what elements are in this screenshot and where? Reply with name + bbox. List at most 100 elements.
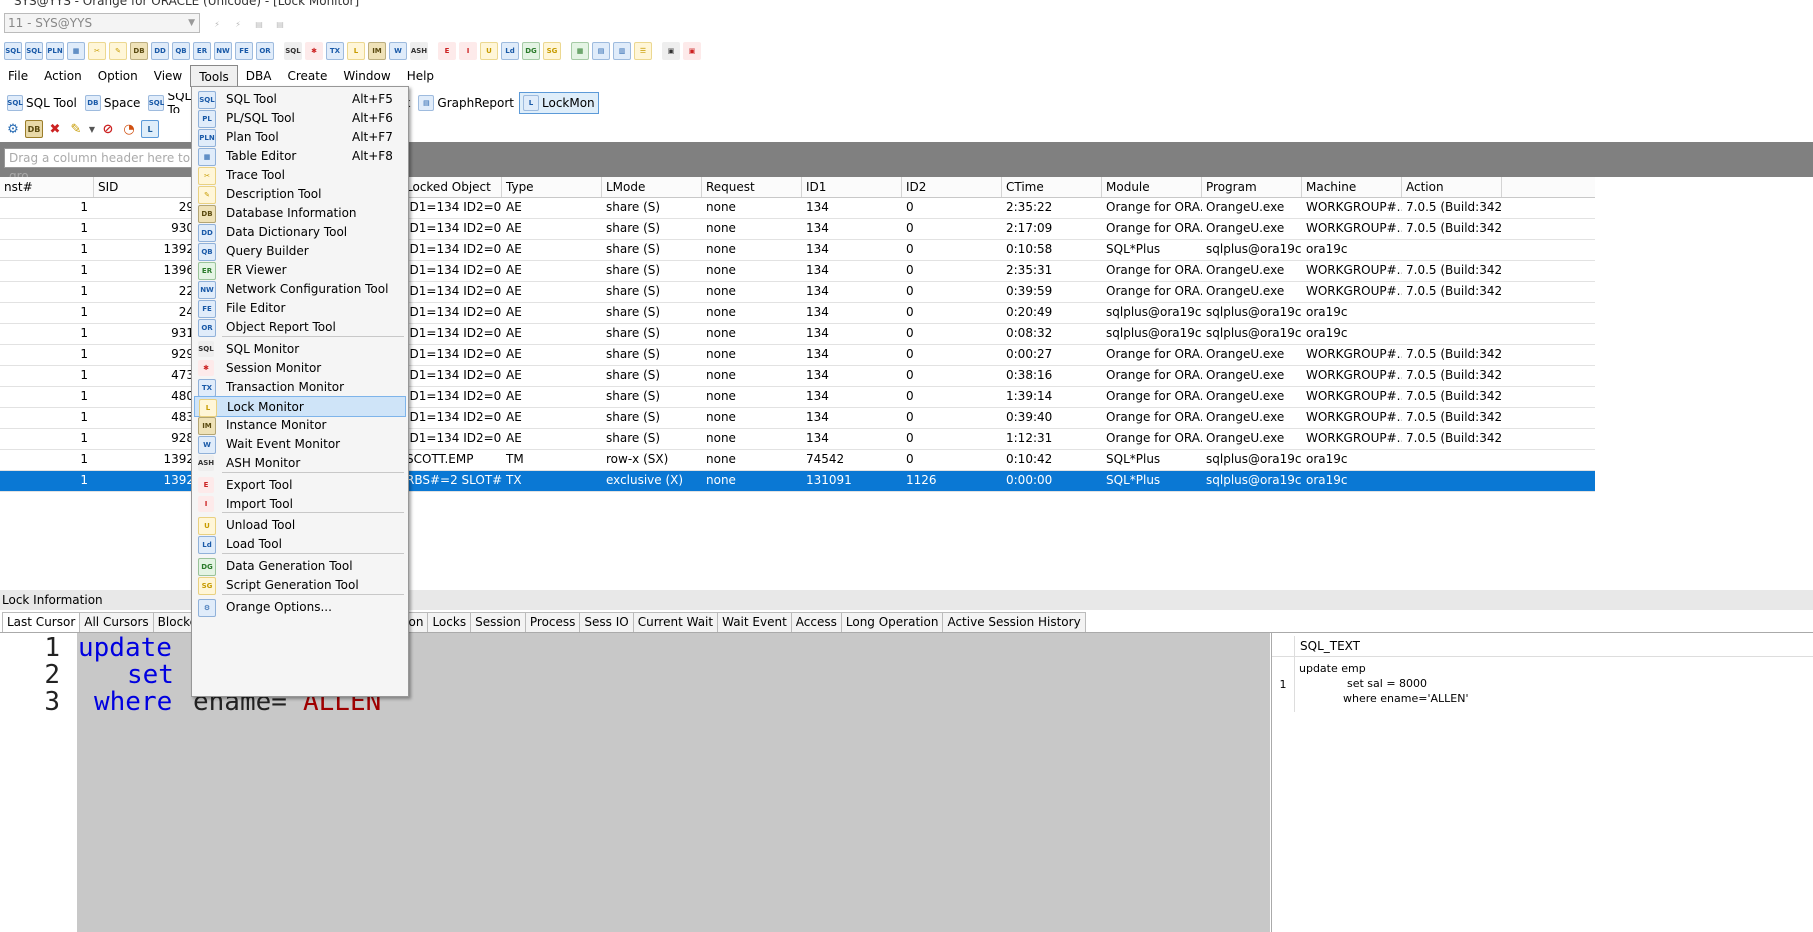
- plan-icon[interactable]: PLN: [46, 42, 64, 60]
- menu-dba[interactable]: DBA: [238, 65, 280, 87]
- menu-item-data-generation-tool[interactable]: DG Data Generation Tool: [194, 556, 406, 577]
- list-icon[interactable]: ☰: [634, 42, 652, 60]
- menu-file[interactable]: File: [0, 65, 36, 87]
- column-header[interactable]: Type: [502, 177, 602, 197]
- tab-current-wait[interactable]: Current Wait: [632, 612, 719, 632]
- menu-item-script-generation-tool[interactable]: SG Script Generation Tool: [194, 575, 406, 596]
- menu-item-trace-tool[interactable]: ✂ Trace Tool: [194, 165, 406, 186]
- unload-icon[interactable]: U: [480, 42, 498, 60]
- menu-item-query-builder[interactable]: QB Query Builder: [194, 241, 406, 262]
- tab-all-cursors[interactable]: All Cursors: [79, 612, 154, 632]
- load-icon[interactable]: Ld: [501, 42, 519, 60]
- column-header[interactable]: Module: [1102, 177, 1202, 197]
- session-monitor-icon[interactable]: ✱: [305, 42, 323, 60]
- window-icon[interactable]: ▣: [683, 42, 701, 60]
- gear-icon[interactable]: ⚙: [4, 120, 22, 138]
- data-generation-icon[interactable]: DG: [522, 42, 540, 60]
- lock-monitor-icon[interactable]: L: [141, 120, 159, 138]
- transaction-monitor-icon[interactable]: TX: [326, 42, 344, 60]
- commit-icon[interactable]: ▤: [250, 15, 268, 33]
- menu-item-er-viewer[interactable]: ER ER Viewer: [194, 260, 406, 281]
- menu-item-sql-monitor[interactable]: SQL SQL Monitor: [194, 339, 406, 360]
- menu-item-pl-sql-tool[interactable]: PL PL/SQL Tool Alt+F6: [194, 108, 406, 129]
- menu-action[interactable]: Action: [36, 65, 90, 87]
- column-header[interactable]: Action: [1402, 177, 1502, 197]
- menu-window[interactable]: Window: [335, 65, 398, 87]
- table-editor-icon[interactable]: ▦: [67, 42, 85, 60]
- lock-monitor-icon[interactable]: L: [347, 42, 365, 60]
- grid-icon[interactable]: ▦: [571, 42, 589, 60]
- menu-view[interactable]: View: [146, 65, 190, 87]
- menu-option[interactable]: Option: [90, 65, 146, 87]
- menu-item-plan-tool[interactable]: PLN Plan Tool Alt+F7: [194, 127, 406, 148]
- column-header[interactable]: Program: [1202, 177, 1302, 197]
- column-header[interactable]: SID: [94, 177, 194, 197]
- menu-item-data-dictionary-tool[interactable]: DD Data Dictionary Tool: [194, 222, 406, 243]
- menu-item-orange-options[interactable]: ⚙ Orange Options...: [194, 597, 406, 618]
- sql-monitor-icon[interactable]: SQL: [284, 42, 302, 60]
- sql-icon[interactable]: SQL: [25, 42, 43, 60]
- menu-item-table-editor[interactable]: ▦ Table Editor Alt+F8: [194, 146, 406, 167]
- menu-item-ash-monitor[interactable]: ASH ASH Monitor: [194, 453, 406, 474]
- report-icon[interactable]: ▥: [613, 42, 631, 60]
- group-by-drop-zone[interactable]: Drag a column header here to gro: [4, 148, 194, 183]
- menu-item-database-information[interactable]: DB Database Information: [194, 203, 406, 224]
- sql-text-cell[interactable]: update emp set sal = 8000 where ename='A…: [1299, 661, 1468, 706]
- tab-sess-io[interactable]: Sess IO: [579, 612, 634, 632]
- toolbar-button-sql-tool[interactable]: SQL SQL Tool: [4, 93, 80, 113]
- timer-icon[interactable]: ◔: [120, 120, 138, 138]
- er-viewer-icon[interactable]: ER: [193, 42, 211, 60]
- tab-last-cursor[interactable]: Last Cursor: [2, 612, 81, 632]
- column-header[interactable]: ID2: [902, 177, 1002, 197]
- menu-item-transaction-monitor[interactable]: TX Transaction Monitor: [194, 377, 406, 398]
- tab-long-operation[interactable]: Long Operation: [840, 612, 944, 632]
- column-header[interactable]: Locked Object: [402, 177, 502, 197]
- menu-tools[interactable]: Tools: [190, 65, 238, 87]
- menu-item-export-tool[interactable]: E Export Tool: [194, 475, 406, 496]
- connection-select[interactable]: 11 - SYS@YYS ▼: [4, 13, 200, 33]
- database-icon[interactable]: DB: [25, 120, 43, 138]
- column-header[interactable]: CTime: [1002, 177, 1102, 197]
- tab-locks[interactable]: Locks: [427, 612, 472, 632]
- chevron-down-icon[interactable]: ▼: [88, 120, 96, 138]
- tab-session[interactable]: Session: [470, 612, 526, 632]
- script-generation-icon[interactable]: SG: [543, 42, 561, 60]
- import-icon[interactable]: I: [459, 42, 477, 60]
- toolbar-button-lockmon[interactable]: L LockMon: [519, 92, 599, 114]
- network-config-icon[interactable]: NW: [214, 42, 232, 60]
- trace-icon[interactable]: ✂: [88, 42, 106, 60]
- data-dictionary-icon[interactable]: DD: [151, 42, 169, 60]
- instance-monitor-icon[interactable]: IM: [368, 42, 386, 60]
- menu-help[interactable]: Help: [399, 65, 442, 87]
- column-header[interactable]: Machine: [1302, 177, 1402, 197]
- menu-item-load-tool[interactable]: Ld Load Tool: [194, 534, 406, 555]
- menu-item-lock-monitor[interactable]: L Lock Monitor: [194, 396, 406, 417]
- menu-item-file-editor[interactable]: FE File Editor: [194, 298, 406, 319]
- tab-access[interactable]: Access: [790, 612, 842, 632]
- tab-active-session-history[interactable]: Active Session History: [942, 612, 1086, 632]
- menu-item-sql-tool[interactable]: SQL SQL Tool Alt+F5: [194, 89, 406, 110]
- stop-icon[interactable]: ⊘: [99, 120, 117, 138]
- column-header[interactable]: ID1: [802, 177, 902, 197]
- menu-item-wait-event-monitor[interactable]: W Wait Event Monitor: [194, 434, 406, 455]
- menu-item-instance-monitor[interactable]: IM Instance Monitor: [194, 415, 406, 436]
- menu-item-unload-tool[interactable]: U Unload Tool: [194, 515, 406, 536]
- tab-process[interactable]: Process: [524, 612, 581, 632]
- toolbar-button-graphreport[interactable]: ▤ GraphReport: [415, 93, 517, 113]
- disconnect-icon[interactable]: ⚡: [229, 15, 247, 33]
- connect-icon[interactable]: ⚡: [208, 15, 226, 33]
- kill-session-icon[interactable]: ✖: [46, 120, 64, 138]
- object-report-icon[interactable]: OR: [256, 42, 274, 60]
- pencil-icon[interactable]: ✎: [67, 120, 85, 138]
- ash-monitor-icon[interactable]: ASH: [410, 42, 428, 60]
- menu-item-session-monitor[interactable]: ✱ Session Monitor: [194, 358, 406, 379]
- query-builder-icon[interactable]: QB: [172, 42, 190, 60]
- sql-icon[interactable]: SQL: [4, 42, 22, 60]
- menu-item-description-tool[interactable]: ✎ Description Tool: [194, 184, 406, 205]
- column-header[interactable]: nst#: [0, 177, 94, 197]
- menu-item-network-configuration-tool[interactable]: NW Network Configuration Tool: [194, 279, 406, 300]
- menu-item-object-report-tool[interactable]: OR Object Report Tool: [194, 317, 406, 338]
- tab-wait-event[interactable]: Wait Event: [717, 612, 792, 632]
- wait-event-icon[interactable]: W: [389, 42, 407, 60]
- window-icon[interactable]: ▣: [662, 42, 680, 60]
